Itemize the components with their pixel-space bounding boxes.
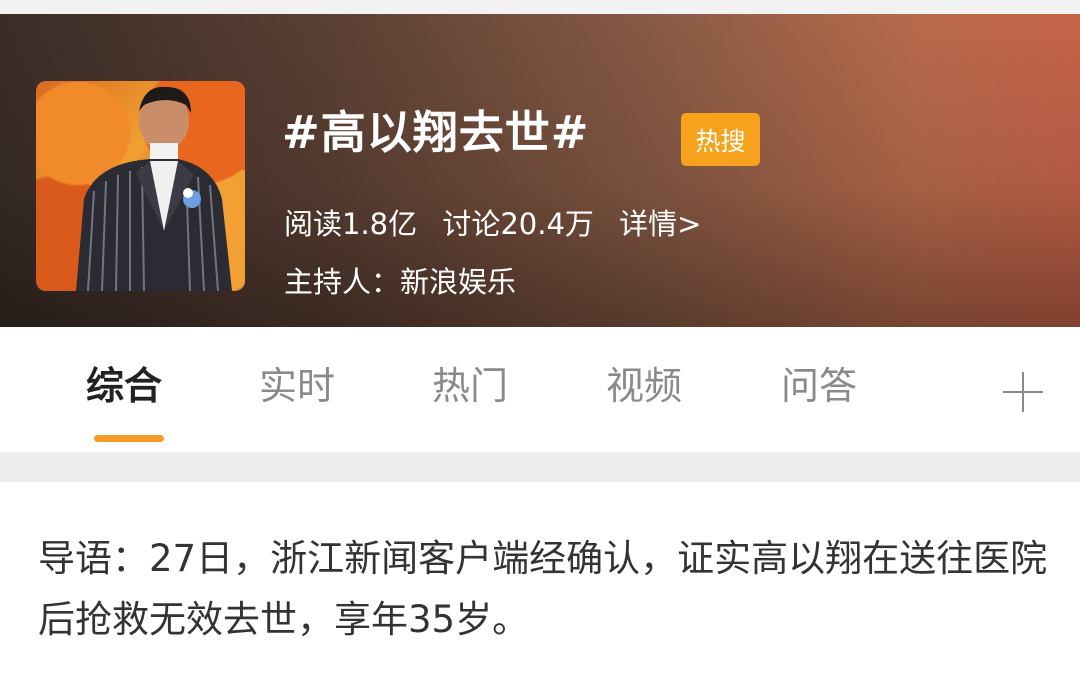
discussion-count: 讨论20.4万	[442, 207, 594, 241]
status-strip	[0, 0, 1080, 14]
topic-title: #高以翔去世#	[282, 106, 590, 159]
tab-comprehensive[interactable]: 综合	[86, 367, 162, 405]
topic-intro: 导语：27日，浙江新闻客户端经确认，证实高以翔在送往医院后抢救无效去世，享年35…	[38, 537, 1048, 641]
topic-host: 主持人：新浪娱乐	[284, 265, 517, 299]
section-divider	[0, 452, 1080, 482]
avatar-illustration	[76, 86, 232, 291]
hot-search-badge: 热搜	[681, 113, 760, 166]
plus-icon[interactable]	[1003, 372, 1043, 412]
topic-tab-bar: 综合 实时 热门 视频 问答	[0, 327, 1080, 452]
tab-realtime[interactable]: 实时	[259, 367, 335, 405]
tab-hot[interactable]: 热门	[432, 367, 508, 405]
topic-stats: 阅读1.8亿 讨论20.4万 详情>	[284, 210, 701, 239]
details-link[interactable]: 详情>	[619, 207, 701, 241]
topic-header: #高以翔去世# 热搜 阅读1.8亿 讨论20.4万 详情> 主持人：新浪娱乐	[0, 14, 1080, 327]
tab-qa[interactable]: 问答	[781, 367, 857, 405]
active-tab-indicator	[94, 435, 164, 442]
read-count: 阅读1.8亿	[284, 207, 418, 241]
topic-avatar[interactable]	[36, 81, 245, 291]
tab-video[interactable]: 视频	[606, 367, 682, 405]
